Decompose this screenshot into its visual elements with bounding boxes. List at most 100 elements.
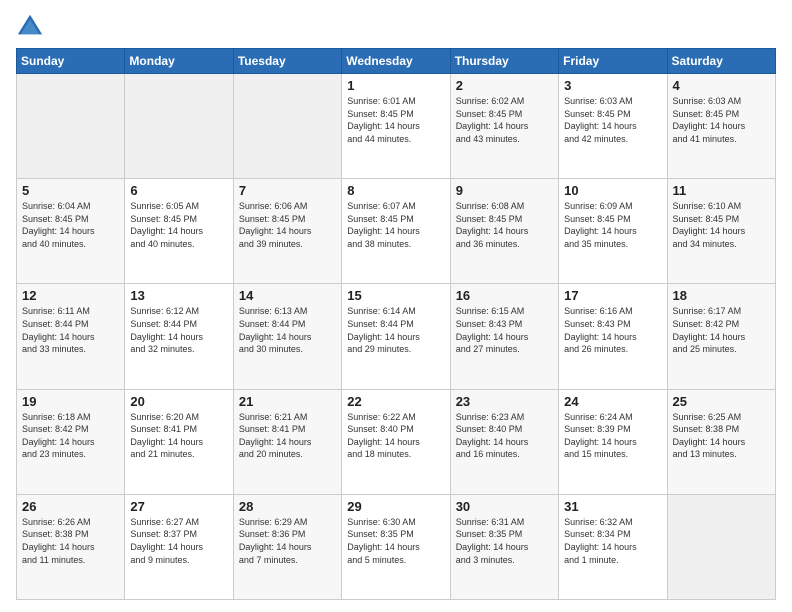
day-info: Sunrise: 6:24 AM Sunset: 8:39 PM Dayligh…: [564, 411, 661, 461]
weekday-header-thursday: Thursday: [450, 49, 558, 74]
calendar-cell: 7Sunrise: 6:06 AM Sunset: 8:45 PM Daylig…: [233, 179, 341, 284]
day-number: 27: [130, 499, 227, 514]
day-info: Sunrise: 6:13 AM Sunset: 8:44 PM Dayligh…: [239, 305, 336, 355]
calendar-cell: 22 Sunrise: 6:22 AM Sunset: 8:40 PM Dayli…: [342, 389, 450, 494]
day-info: Sunrise: 6:21 AM Sunset: 8:41 PM Dayligh…: [239, 411, 336, 461]
day-number: 16: [456, 288, 553, 303]
day-number: 21: [239, 394, 336, 409]
day-info: Sunrise: 6:18 AM Sunset: 8:42 PM Dayligh…: [22, 411, 119, 461]
calendar-body: 1 Sunrise: 6:01 AM Sunset: 8:45 PM Daylig…: [17, 74, 776, 600]
calendar-table: SundayMondayTuesdayWednesdayThursdayFrid…: [16, 48, 776, 600]
day-info: Sunrise: 6:31 AM Sunset: 8:35 PM Dayligh…: [456, 516, 553, 566]
day-number: 11: [673, 183, 770, 198]
day-info: Sunrise: 6:01 AM Sunset: 8:45 PM Dayligh…: [347, 95, 444, 145]
calendar-week-3: 12 Sunrise: 6:11 AM Sunset: 8:44 PM Dayli…: [17, 284, 776, 389]
day-info: Sunrise: 6:17 AM Sunset: 8:42 PM Dayligh…: [673, 305, 770, 355]
day-number: 15: [347, 288, 444, 303]
day-info: Sunrise: 6:02 AM Sunset: 8:45 PM Dayligh…: [456, 95, 553, 145]
calendar-cell: 6Sunrise: 6:05 AM Sunset: 8:45 PM Daylig…: [125, 179, 233, 284]
calendar-cell: 27 Sunrise: 6:27 AM Sunset: 8:37 PM Dayli…: [125, 494, 233, 599]
day-number: 1: [347, 78, 444, 93]
day-info: Sunrise: 6:23 AM Sunset: 8:40 PM Dayligh…: [456, 411, 553, 461]
day-number: 6: [130, 183, 227, 198]
day-info: Sunrise: 6:11 AM Sunset: 8:44 PM Dayligh…: [22, 305, 119, 355]
calendar-cell: 21 Sunrise: 6:21 AM Sunset: 8:41 PM Dayli…: [233, 389, 341, 494]
day-info: Sunrise: 6:30 AM Sunset: 8:35 PM Dayligh…: [347, 516, 444, 566]
calendar-cell: 25 Sunrise: 6:25 AM Sunset: 8:38 PM Dayli…: [667, 389, 775, 494]
day-info: Sunrise: 6:14 AM Sunset: 8:44 PM Dayligh…: [347, 305, 444, 355]
page: SundayMondayTuesdayWednesdayThursdayFrid…: [0, 0, 792, 612]
calendar-cell: [17, 74, 125, 179]
calendar-cell: 17Sunrise: 6:16 AM Sunset: 8:43 PM Dayli…: [559, 284, 667, 389]
day-number: 25: [673, 394, 770, 409]
calendar-cell: 12 Sunrise: 6:11 AM Sunset: 8:44 PM Dayli…: [17, 284, 125, 389]
calendar-cell: 14Sunrise: 6:13 AM Sunset: 8:44 PM Dayli…: [233, 284, 341, 389]
day-info: Sunrise: 6:26 AM Sunset: 8:38 PM Dayligh…: [22, 516, 119, 566]
day-number: 8: [347, 183, 444, 198]
day-number: 28: [239, 499, 336, 514]
calendar-header: SundayMondayTuesdayWednesdayThursdayFrid…: [17, 49, 776, 74]
logo-icon: [16, 12, 44, 40]
day-number: 2: [456, 78, 553, 93]
calendar-cell: 29Sunrise: 6:30 AM Sunset: 8:35 PM Dayli…: [342, 494, 450, 599]
day-number: 31: [564, 499, 661, 514]
day-number: 22: [347, 394, 444, 409]
calendar-cell: 31 Sunrise: 6:32 AM Sunset: 8:34 PM Dayli…: [559, 494, 667, 599]
calendar-cell: 26 Sunrise: 6:26 AM Sunset: 8:38 PM Dayli…: [17, 494, 125, 599]
weekday-header-wednesday: Wednesday: [342, 49, 450, 74]
calendar-cell: 4 Sunrise: 6:03 AM Sunset: 8:45 PM Daylig…: [667, 74, 775, 179]
calendar-cell: 18 Sunrise: 6:17 AM Sunset: 8:42 PM Dayli…: [667, 284, 775, 389]
day-number: 4: [673, 78, 770, 93]
calendar-cell: 3 Sunrise: 6:03 AM Sunset: 8:45 PM Daylig…: [559, 74, 667, 179]
calendar-cell: [125, 74, 233, 179]
day-number: 23: [456, 394, 553, 409]
day-number: 26: [22, 499, 119, 514]
day-info: Sunrise: 6:29 AM Sunset: 8:36 PM Dayligh…: [239, 516, 336, 566]
calendar-cell: 15 Sunrise: 6:14 AM Sunset: 8:44 PM Dayli…: [342, 284, 450, 389]
day-info: Sunrise: 6:25 AM Sunset: 8:38 PM Dayligh…: [673, 411, 770, 461]
day-info: Sunrise: 6:12 AM Sunset: 8:44 PM Dayligh…: [130, 305, 227, 355]
weekday-header-tuesday: Tuesday: [233, 49, 341, 74]
calendar-cell: 30 Sunrise: 6:31 AM Sunset: 8:35 PM Dayli…: [450, 494, 558, 599]
day-number: 18: [673, 288, 770, 303]
day-number: 5: [22, 183, 119, 198]
day-info: Sunrise: 6:15 AM Sunset: 8:43 PM Dayligh…: [456, 305, 553, 355]
header: [16, 12, 776, 40]
day-number: 3: [564, 78, 661, 93]
day-info: Sunrise: 6:22 AM Sunset: 8:40 PM Dayligh…: [347, 411, 444, 461]
calendar-cell: 20 Sunrise: 6:20 AM Sunset: 8:41 PM Dayli…: [125, 389, 233, 494]
day-number: 30: [456, 499, 553, 514]
day-number: 12: [22, 288, 119, 303]
calendar-week-2: 5Sunrise: 6:04 AM Sunset: 8:45 PM Daylig…: [17, 179, 776, 284]
weekday-header-saturday: Saturday: [667, 49, 775, 74]
calendar-week-4: 19 Sunrise: 6:18 AM Sunset: 8:42 PM Dayli…: [17, 389, 776, 494]
calendar-week-5: 26 Sunrise: 6:26 AM Sunset: 8:38 PM Dayli…: [17, 494, 776, 599]
calendar-cell: 10Sunrise: 6:09 AM Sunset: 8:45 PM Dayli…: [559, 179, 667, 284]
day-number: 19: [22, 394, 119, 409]
day-info: Sunrise: 6:07 AM Sunset: 8:45 PM Dayligh…: [347, 200, 444, 250]
day-number: 13: [130, 288, 227, 303]
day-info: Sunrise: 6:32 AM Sunset: 8:34 PM Dayligh…: [564, 516, 661, 566]
day-info: Sunrise: 6:27 AM Sunset: 8:37 PM Dayligh…: [130, 516, 227, 566]
calendar-cell: 8 Sunrise: 6:07 AM Sunset: 8:45 PM Daylig…: [342, 179, 450, 284]
day-info: Sunrise: 6:08 AM Sunset: 8:45 PM Dayligh…: [456, 200, 553, 250]
calendar-cell: 11Sunrise: 6:10 AM Sunset: 8:45 PM Dayli…: [667, 179, 775, 284]
calendar-cell: 19 Sunrise: 6:18 AM Sunset: 8:42 PM Dayli…: [17, 389, 125, 494]
day-info: Sunrise: 6:03 AM Sunset: 8:45 PM Dayligh…: [673, 95, 770, 145]
weekday-header-monday: Monday: [125, 49, 233, 74]
day-info: Sunrise: 6:16 AM Sunset: 8:43 PM Dayligh…: [564, 305, 661, 355]
day-info: Sunrise: 6:03 AM Sunset: 8:45 PM Dayligh…: [564, 95, 661, 145]
calendar-cell: 1 Sunrise: 6:01 AM Sunset: 8:45 PM Daylig…: [342, 74, 450, 179]
weekday-header-sunday: Sunday: [17, 49, 125, 74]
calendar-cell: 23 Sunrise: 6:23 AM Sunset: 8:40 PM Dayli…: [450, 389, 558, 494]
calendar-week-1: 1 Sunrise: 6:01 AM Sunset: 8:45 PM Daylig…: [17, 74, 776, 179]
day-number: 7: [239, 183, 336, 198]
day-number: 9: [456, 183, 553, 198]
calendar-cell: 2 Sunrise: 6:02 AM Sunset: 8:45 PM Daylig…: [450, 74, 558, 179]
day-info: Sunrise: 6:20 AM Sunset: 8:41 PM Dayligh…: [130, 411, 227, 461]
day-number: 20: [130, 394, 227, 409]
calendar-cell: 13 Sunrise: 6:12 AM Sunset: 8:44 PM Dayli…: [125, 284, 233, 389]
day-number: 24: [564, 394, 661, 409]
day-info: Sunrise: 6:09 AM Sunset: 8:45 PM Dayligh…: [564, 200, 661, 250]
calendar-cell: 24 Sunrise: 6:24 AM Sunset: 8:39 PM Dayli…: [559, 389, 667, 494]
